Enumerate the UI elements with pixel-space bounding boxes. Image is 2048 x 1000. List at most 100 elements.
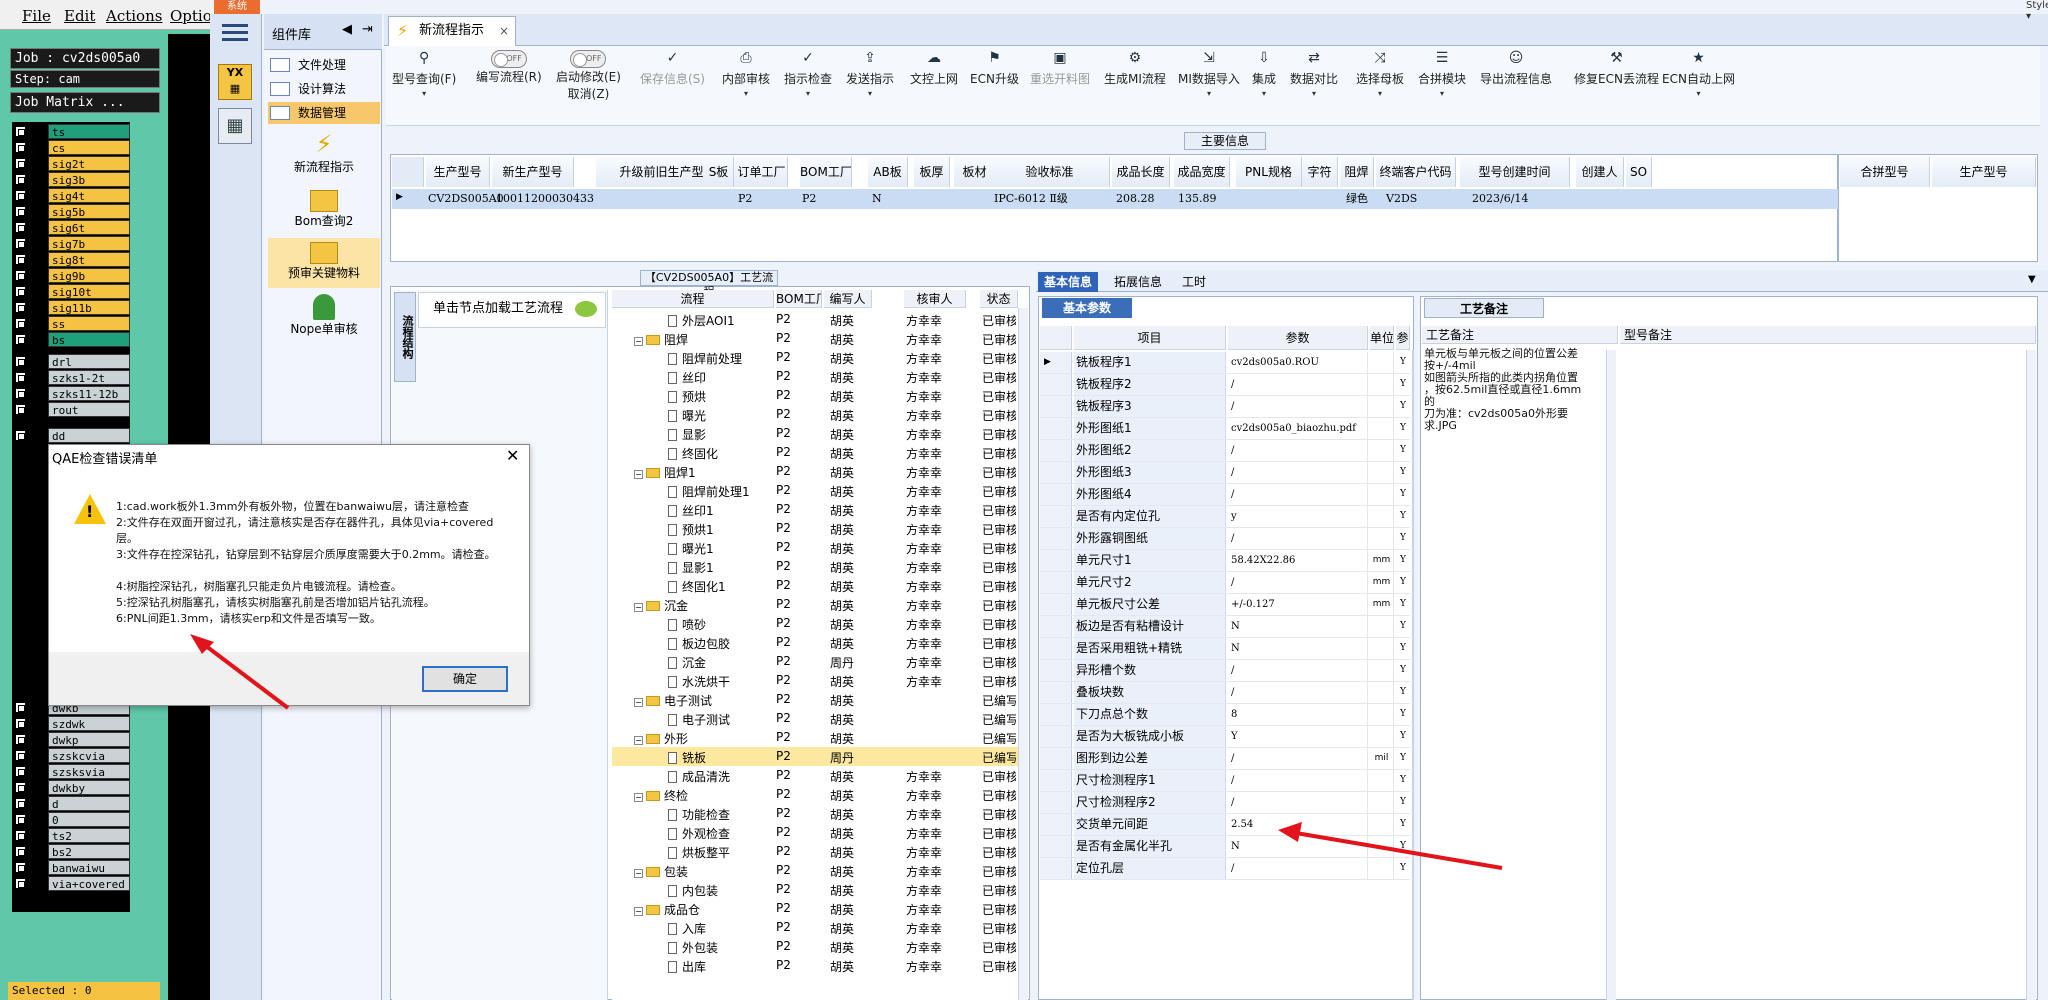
tree-group-row[interactable]: − 阻焊1 P2 胡英 方幸幸 已审核 — [612, 462, 1028, 481]
tree-header[interactable]: BOM工厂 — [776, 290, 822, 308]
param-value[interactable]: cv2ds005a0.ROU — [1228, 352, 1368, 373]
layer-row[interactable]: 0 — [12, 812, 130, 827]
tree-header[interactable]: 状态 — [980, 290, 1018, 308]
toolbar-button[interactable]: ☰ 合拼模块 ▾ — [1418, 50, 1466, 98]
close-icon[interactable]: × — [499, 17, 509, 45]
cancel-label[interactable]: 取消(Z) — [568, 87, 610, 101]
layer-checkbox[interactable] — [15, 782, 26, 793]
tree-header[interactable]: 编写人 — [824, 290, 872, 308]
grid-cell[interactable]: P2 — [800, 190, 816, 208]
close-icon[interactable]: ✕ — [506, 446, 519, 465]
tree-row[interactable]: 烘板整平 P2 胡英 方幸幸 已审核 — [612, 842, 1028, 861]
tab-basic-info[interactable]: 基本信息 — [1038, 272, 1099, 292]
param-value[interactable]: y — [1228, 506, 1368, 527]
tree-row[interactable]: 预烘1 P2 胡英 方幸幸 已审核 — [612, 519, 1028, 538]
param-row[interactable]: 是否有内定位孔 y Y — [1040, 506, 1410, 528]
param-row[interactable]: 是否有金属化半孔 N Y — [1040, 836, 1410, 858]
grid-header[interactable]: BOM工厂 — [800, 157, 852, 187]
layer-checkbox[interactable] — [15, 158, 26, 169]
chevron-down-icon[interactable]: ▾ — [1178, 89, 1240, 98]
tool-prereview[interactable]: 预审关键物料 — [268, 238, 380, 288]
layer-checkbox[interactable] — [15, 356, 26, 367]
tree-row[interactable]: 外包装 P2 胡英 方幸幸 已审核 — [612, 937, 1028, 956]
layer-checkbox[interactable] — [15, 254, 26, 265]
layer-name[interactable]: cs — [48, 140, 130, 155]
layer-name[interactable]: sig11b — [48, 300, 130, 315]
splitter[interactable] — [1412, 350, 1414, 1000]
layer-checkbox[interactable] — [15, 222, 26, 233]
layer-checkbox[interactable] — [15, 798, 26, 809]
tree-row[interactable]: 出库 P2 胡英 方幸幸 已审核 — [612, 956, 1028, 975]
layer-row[interactable]: sig3b — [12, 172, 130, 187]
layer-name[interactable]: szsksvia — [48, 764, 130, 779]
param-value[interactable]: / — [1228, 396, 1368, 417]
tree-row[interactable]: 显影 P2 胡英 方幸幸 已审核 — [612, 424, 1028, 443]
layer-name[interactable]: sig7b — [48, 236, 130, 251]
layer-row[interactable]: sig11b — [12, 300, 130, 315]
toolbar-button[interactable]: ✓ 保存信息(S) — [640, 50, 705, 87]
layer-row[interactable]: sig10t — [12, 284, 130, 299]
layer-checkbox[interactable] — [15, 846, 26, 857]
layer-name[interactable]: via+covered — [48, 876, 130, 891]
toolbar-button[interactable]: ⤨ 选择母板 ▾ — [1356, 50, 1404, 98]
menu-file[interactable]: File — [22, 7, 51, 25]
layer-row[interactable]: sig8t — [12, 252, 130, 267]
param-row[interactable]: 定位孔层 / Y — [1040, 858, 1410, 880]
layer-row[interactable]: szdwk — [12, 716, 130, 731]
layer-name[interactable]: rout — [48, 402, 130, 417]
chevron-down-icon[interactable]: ▾ — [784, 89, 832, 98]
chevron-down-icon[interactable]: ▾ — [846, 89, 894, 98]
tree-row[interactable]: 沉金 P2 周丹 方幸幸 已审核 — [612, 652, 1028, 671]
layer-name[interactable]: sig9b — [48, 268, 130, 283]
grid-cell[interactable]: CV2DS005A0 — [426, 190, 504, 208]
layer-name[interactable]: szks11-12b — [48, 386, 130, 401]
grid-header[interactable]: 终端客户代码 — [1376, 157, 1456, 187]
grid-cell[interactable]: V2DS — [1384, 190, 1417, 208]
tree-row[interactable]: 曝光 P2 胡英 方幸幸 已审核 — [612, 405, 1028, 424]
layer-name[interactable]: sig3b — [48, 172, 130, 187]
toolbar-button[interactable]: ⇄ 数据对比 ▾ — [1290, 50, 1338, 98]
layer-checkbox[interactable] — [15, 404, 26, 415]
grid-cell[interactable]: N — [870, 190, 882, 208]
layer-checkbox[interactable] — [15, 766, 26, 777]
layer-row[interactable]: sig6t — [12, 220, 130, 235]
toolbar-button[interactable]: ⇩ 集成 ▾ — [1252, 50, 1276, 98]
process-note-text[interactable]: 单元板与单元板之间的位置公差 按+/-4mil 如图箭头所指的此类内拐角位置 ，… — [1424, 348, 1590, 432]
layer-checkbox[interactable] — [15, 388, 26, 399]
grid-header[interactable]: 成品宽度 — [1174, 157, 1230, 187]
grid-header[interactable]: 板厚 — [914, 157, 950, 187]
toolbar-button[interactable]: ✓ 指示检查 ▾ — [784, 50, 832, 98]
grid-header[interactable]: 订单工厂 — [736, 157, 788, 187]
layer-name[interactable]: dd — [48, 428, 130, 443]
collapse-icon[interactable]: − — [634, 736, 643, 745]
tree-row[interactable]: 丝印 P2 胡英 方幸幸 已审核 — [612, 367, 1028, 386]
layer-checkbox[interactable] — [15, 206, 26, 217]
param-value[interactable]: N — [1228, 836, 1368, 857]
tree-row[interactable]: 终固化 P2 胡英 方幸幸 已审核 — [612, 443, 1028, 462]
lib-item-design-algo[interactable]: 设计算法 — [268, 78, 380, 100]
layer-row[interactable]: drl — [12, 354, 130, 369]
menu-options[interactable]: Options — [170, 7, 210, 25]
param-row[interactable]: 是否采用粗铣+精铣 N Y — [1040, 638, 1410, 660]
layer-checkbox[interactable] — [15, 270, 26, 281]
chevron-down-icon[interactable]: ▾ — [1662, 89, 1735, 98]
layer-row[interactable]: sig7b — [12, 236, 130, 251]
note-scrollbar[interactable] — [2026, 350, 2036, 1000]
param-row[interactable]: 铣板程序2/ Y — [1040, 374, 1410, 396]
note-scrollbar[interactable] — [1606, 350, 1616, 1000]
layer-row[interactable]: szks11-12b — [12, 386, 130, 401]
layer-name[interactable]: sig6t — [48, 220, 130, 235]
layer-name[interactable]: d — [48, 796, 130, 811]
tree-group-row[interactable]: − 阻焊 P2 胡英 方幸幸 已审核 — [612, 329, 1028, 348]
layer-row[interactable]: dwkby — [12, 780, 130, 795]
tree-row[interactable]: 水洗烘干 P2 胡英 方幸幸 已审核 — [612, 671, 1028, 690]
param-row[interactable]: 图形到边公差 / mil Y — [1040, 748, 1410, 770]
tool-bom-query[interactable]: Bom查询2 — [268, 190, 380, 240]
layer-name[interactable]: szdwk — [48, 716, 130, 731]
tree-row[interactable]: 成品清洗 P2 胡英 方幸幸 已审核 — [612, 766, 1028, 785]
param-value[interactable]: / — [1228, 792, 1368, 813]
param-row[interactable]: 尺寸检测程序1/ Y — [1040, 770, 1410, 792]
tree-group-row[interactable]: − 沉金 P2 胡英 方幸幸 已审核 — [612, 595, 1028, 614]
layer-checkbox[interactable] — [15, 372, 26, 383]
layer-name[interactable]: szskcvia — [48, 748, 130, 763]
